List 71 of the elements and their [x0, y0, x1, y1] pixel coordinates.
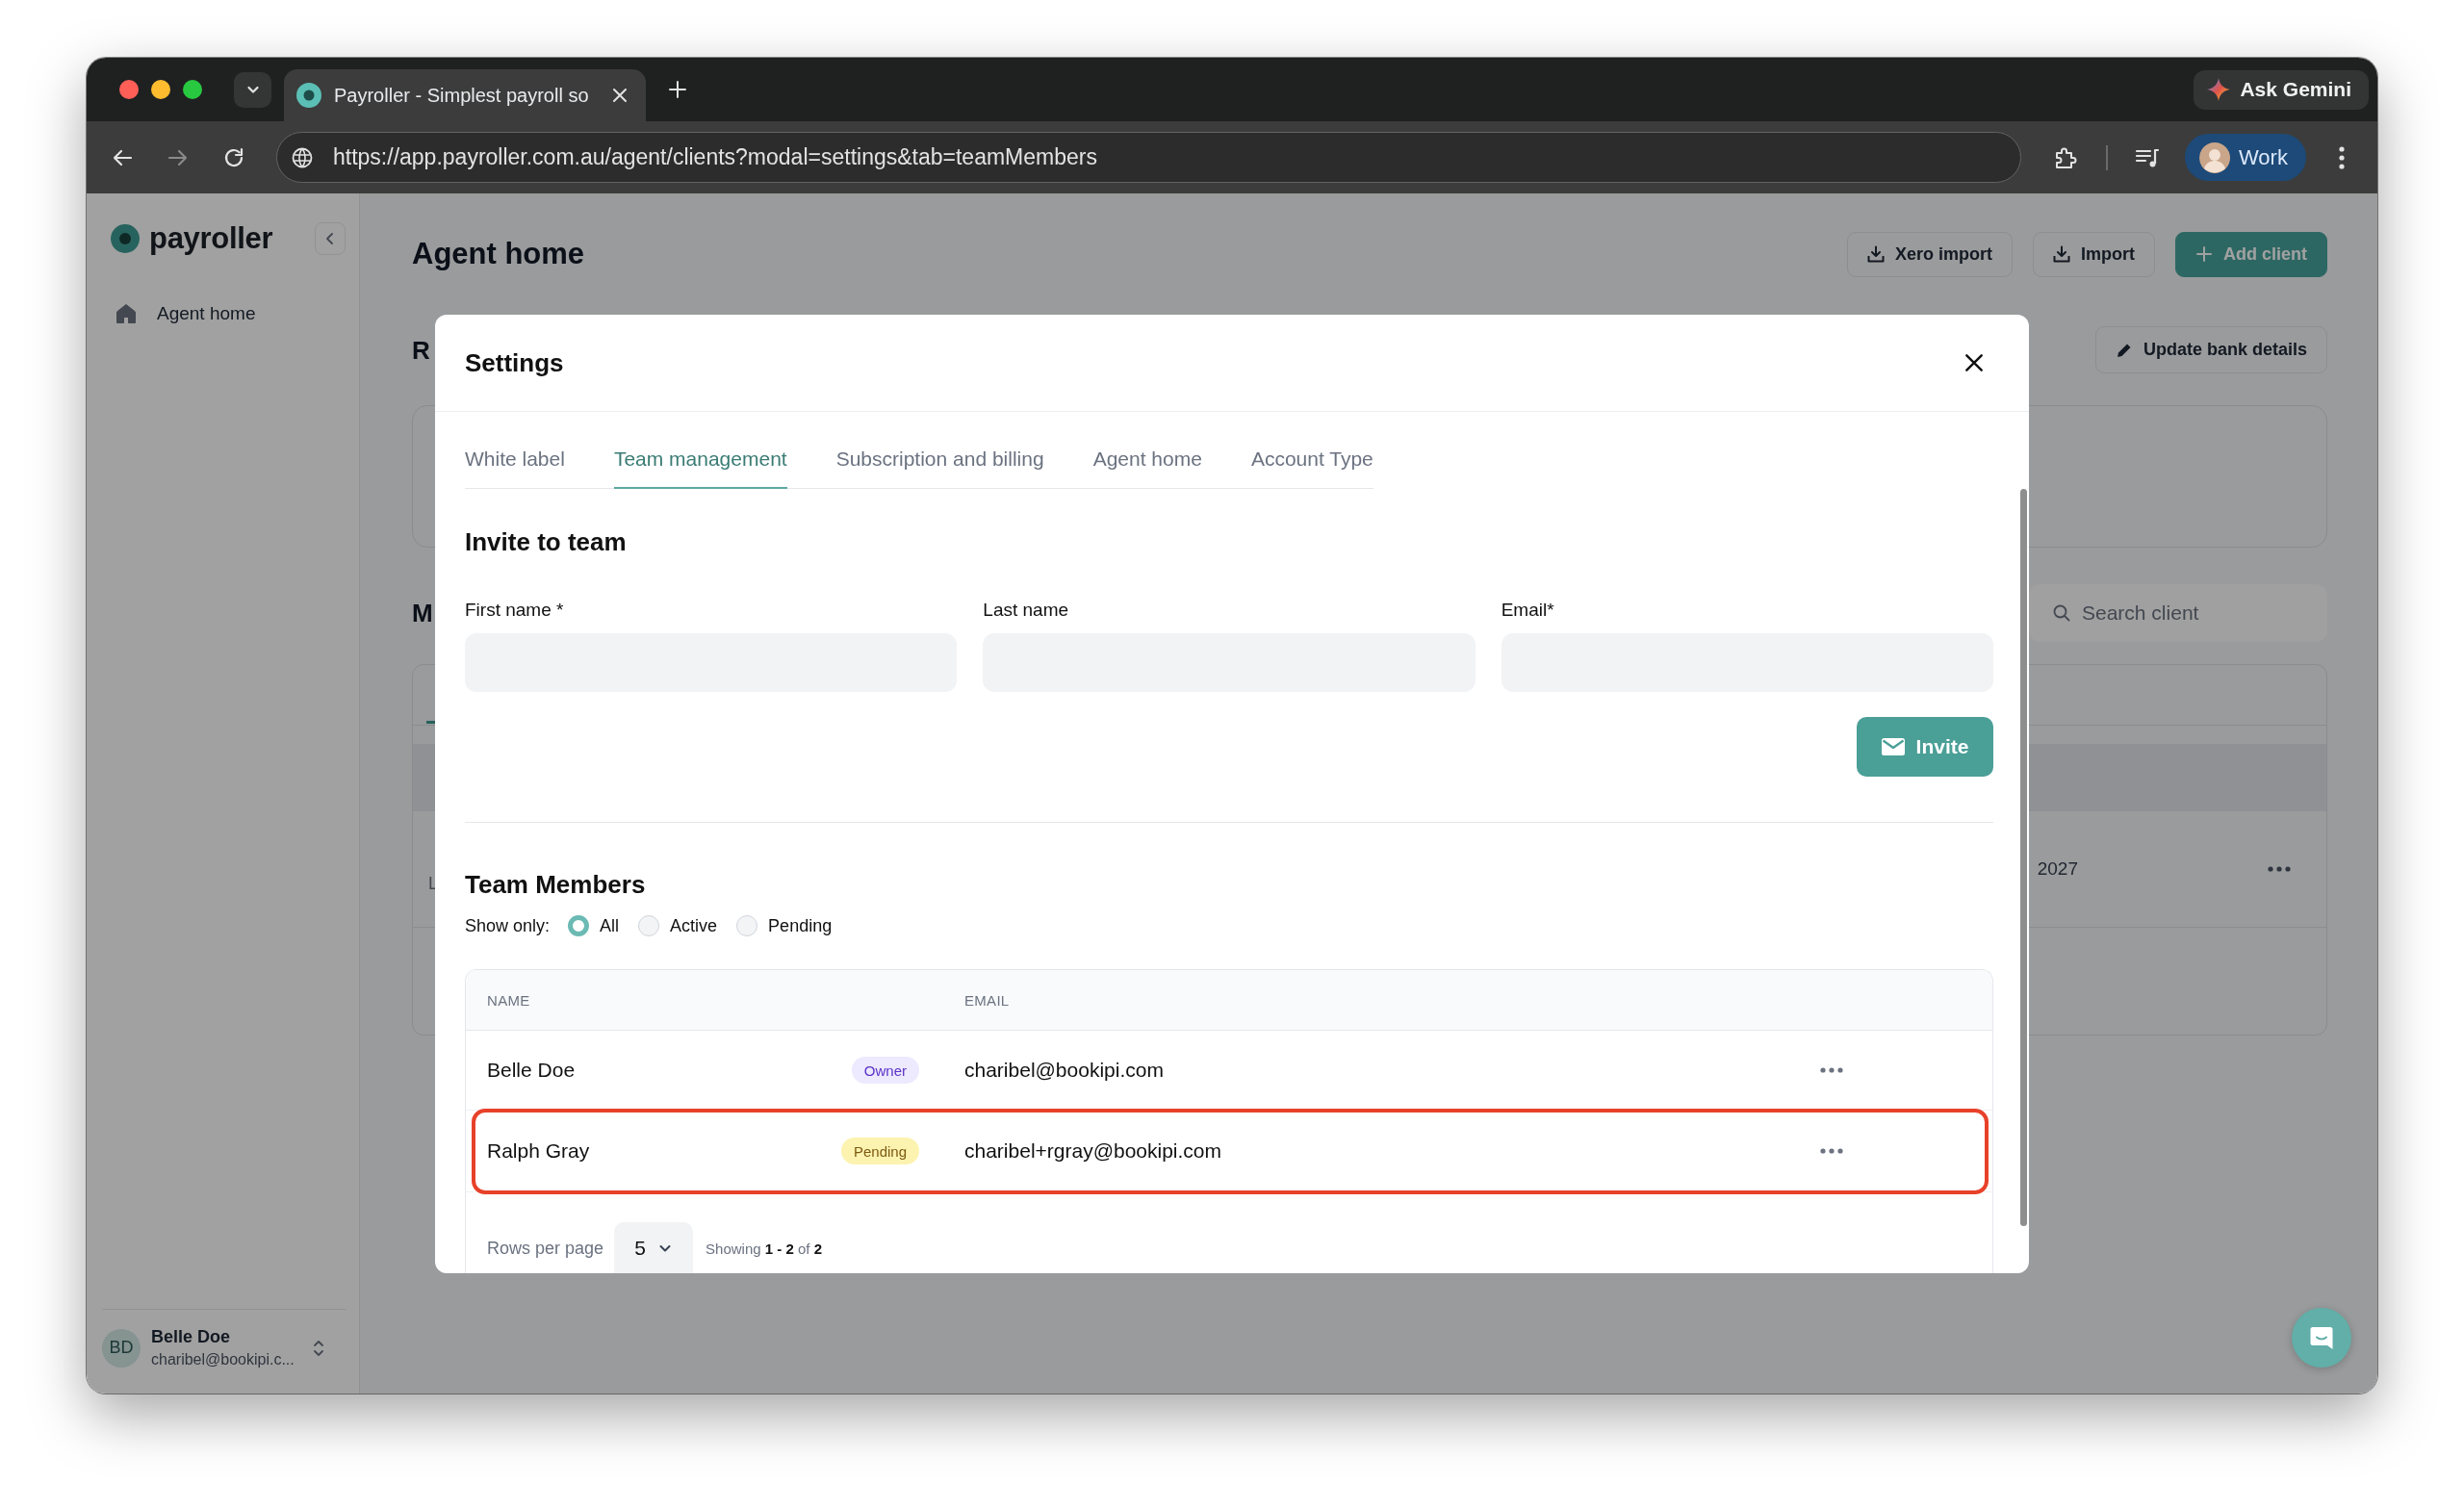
favicon-icon [296, 83, 321, 108]
envelope-icon [1881, 738, 1905, 755]
settings-tab[interactable]: White label [465, 433, 565, 489]
table-cell: 2027 [2037, 858, 2078, 880]
avatar-icon [2199, 141, 2230, 173]
field-label: Last name [983, 599, 1069, 622]
member-email: charibel@bookipi.com [964, 1059, 1164, 1082]
new-tab-icon[interactable] [668, 80, 687, 99]
import-button[interactable]: Import [2033, 231, 2155, 277]
reload-icon[interactable] [222, 145, 245, 169]
settings-tab[interactable]: Subscription and billing [835, 433, 1044, 489]
collapse-sidebar-button[interactable] [315, 222, 346, 255]
browser-tab[interactable]: Payroller - Simplest payroll so [284, 69, 646, 121]
close-window-icon[interactable] [119, 80, 139, 99]
more-icon[interactable] [2268, 866, 2291, 872]
home-icon [115, 302, 138, 325]
modal-title: Settings [465, 347, 564, 378]
filter-label: Show only: [465, 915, 551, 936]
kebab-menu-icon[interactable] [2339, 145, 2345, 169]
section-heading: R [412, 334, 430, 366]
search-icon [2053, 604, 2070, 622]
chat-icon [2308, 1324, 2335, 1351]
search-field[interactable]: Search client [2029, 584, 2327, 642]
status-badge: Pending [840, 1138, 919, 1164]
sparkle-icon [2207, 78, 2231, 101]
filter-option[interactable]: Pending [736, 915, 833, 936]
scrollbar-thumb[interactable] [2020, 489, 2027, 1226]
expand-icon[interactable] [313, 1338, 324, 1358]
globe-icon [292, 146, 313, 168]
field-label: Email* [1501, 599, 1554, 622]
filter-option[interactable]: Active [638, 915, 718, 936]
settings-tab[interactable]: Team management [613, 433, 787, 489]
rows-per-page-label: Rows per page [487, 1238, 604, 1259]
member-name: Ralph Gray [487, 1139, 590, 1163]
column-header: EMAIL [964, 991, 1010, 1009]
member-email: charibel+rgray@bookipi.com [964, 1139, 1222, 1163]
nav-item[interactable]: Agent home [115, 294, 256, 333]
more-icon[interactable] [1820, 1067, 1843, 1073]
column-header: NAME [487, 991, 530, 1009]
plus-icon [2195, 245, 2213, 263]
field-label: First name * [465, 599, 564, 622]
page-title: Agent home [412, 236, 585, 272]
more-icon[interactable] [1820, 1148, 1843, 1154]
pagination-summary: Showing 1 - 2 of 2 [706, 1240, 822, 1257]
import-button[interactable]: Xero import [1846, 231, 2013, 277]
minimize-window-icon[interactable] [151, 80, 170, 99]
role-badge: Owner [851, 1057, 919, 1084]
settings-tab[interactable]: Agent home [1092, 433, 1202, 489]
logo-text: payroller [149, 222, 273, 255]
maximize-window-icon[interactable] [183, 80, 202, 99]
filter-option[interactable]: All [568, 915, 620, 936]
user-email: charibel@bookipi.c... [151, 1349, 295, 1369]
section-heading: M [412, 598, 433, 628]
user-avatar: BD [102, 1328, 141, 1368]
member-name: Belle Doe [487, 1059, 576, 1082]
settings-tab[interactable]: Account Type [1250, 433, 1373, 489]
address-bar[interactable]: https://app.payroller.com.au/agent/clients?modal=settings&tab=teamMembers [276, 132, 2021, 183]
user-name: Belle Doe [151, 1325, 232, 1348]
section-heading: Team Members [465, 869, 647, 900]
update-bank-details-button[interactable]: Update bank details [2094, 326, 2327, 373]
active-tab-indicator [426, 721, 435, 724]
ask-gemini-button[interactable]: Ask Gemini [2194, 69, 2369, 110]
rows-per-page-select[interactable]: 5 [614, 1222, 694, 1273]
download-icon [1866, 245, 1885, 263]
section-heading: Invite to team [465, 526, 628, 557]
close-icon[interactable] [611, 87, 629, 104]
download-icon [2053, 245, 2070, 263]
close-icon[interactable] [1964, 352, 1985, 373]
profile-button[interactable]: Work [2185, 134, 2306, 181]
logo-icon [111, 224, 140, 253]
tab-list-button[interactable] [234, 71, 271, 108]
